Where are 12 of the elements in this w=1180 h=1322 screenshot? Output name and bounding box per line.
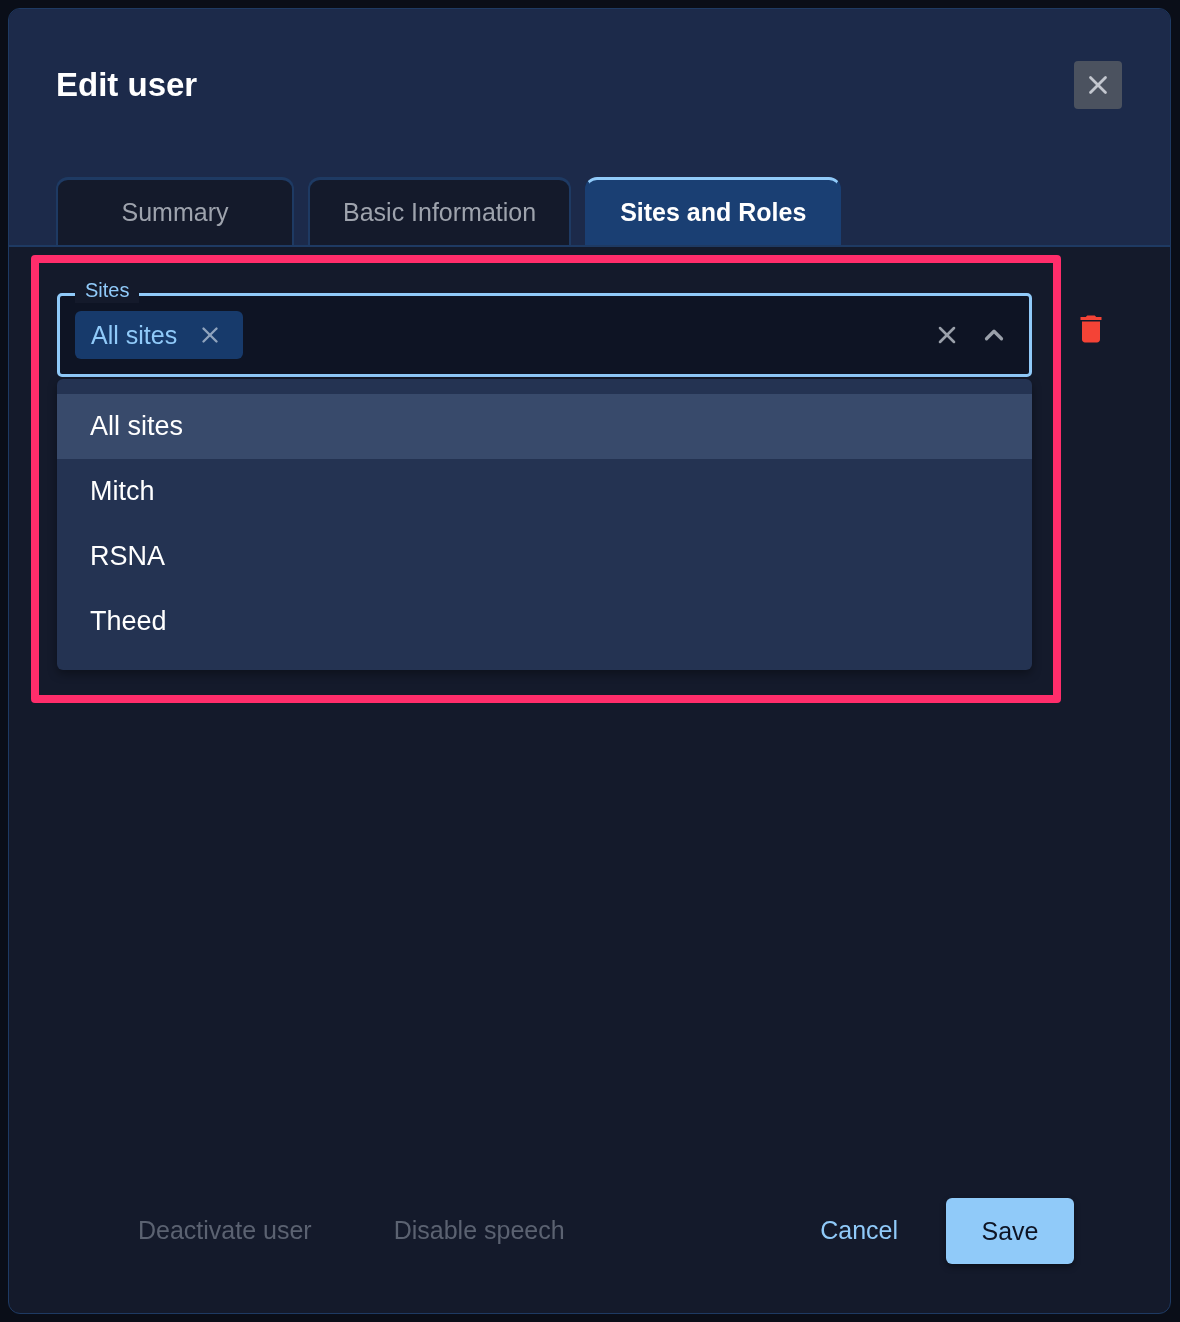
save-button[interactable]: Save — [946, 1198, 1074, 1264]
dropdown-option[interactable]: All sites — [57, 394, 1032, 459]
close-button[interactable] — [1074, 61, 1122, 109]
tab[interactable]: Summary — [56, 177, 294, 245]
cancel-button[interactable]: Cancel — [796, 1198, 922, 1263]
dialog-title: Edit user — [56, 66, 198, 104]
dropdown-option[interactable]: RSNA — [57, 524, 1032, 589]
dropdown-option[interactable]: Theed — [57, 589, 1032, 654]
tab[interactable]: Basic Information — [308, 177, 572, 245]
dropdown-option[interactable]: Mitch — [57, 459, 1032, 524]
chip-label: All sites — [91, 320, 178, 350]
tab[interactable]: Sites and Roles — [585, 177, 842, 245]
